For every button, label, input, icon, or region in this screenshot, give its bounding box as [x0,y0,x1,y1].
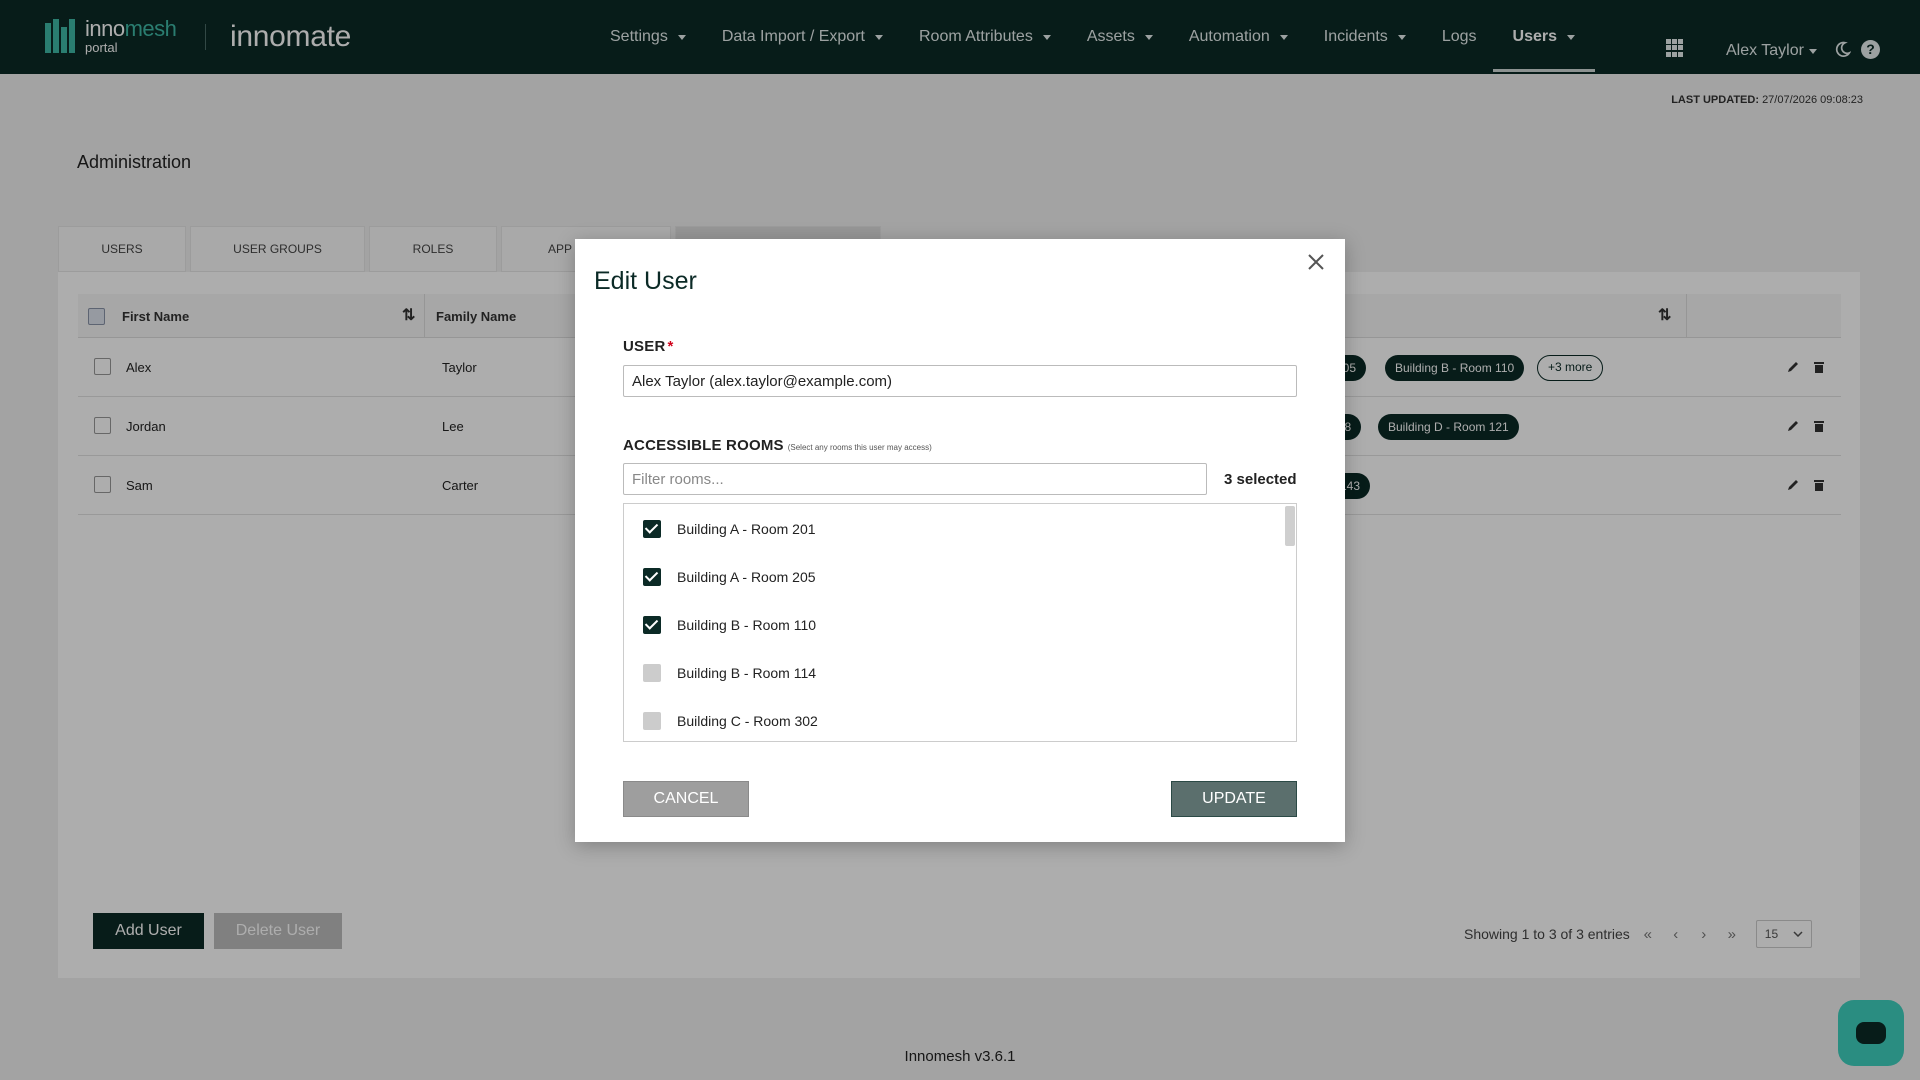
rooms-field-label: ACCESSIBLE ROOMS (Select any rooms this u… [623,437,932,454]
room-option-label: Building B - Room 114 [677,665,817,681]
room-option[interactable]: Building A - Room 201 [643,518,816,540]
rooms-label-text: ACCESSIBLE ROOMS [623,437,784,454]
room-option[interactable]: Building A - Room 205 [643,566,816,588]
selected-count: 3 selected [1224,471,1297,488]
room-checkbox-unchecked[interactable] [643,712,661,730]
user-label-text: USER [623,338,666,355]
required-marker: * [667,338,674,355]
room-checkbox-checked[interactable] [643,568,661,586]
user-select-field[interactable] [623,365,1297,397]
update-button[interactable]: UPDATE [1171,781,1297,817]
edit-user-dialog: Edit User USER* ACCESSIBLE ROOMS(Select … [575,239,1345,842]
user-field-label: USER * [623,338,674,355]
room-option-label: Building A - Room 201 [677,521,816,537]
room-option[interactable]: Building C - Room 302 [643,710,818,732]
room-list-scrollbar[interactable] [1283,504,1296,741]
room-option-label: Building B - Room 110 [677,617,817,633]
room-option-label: Building C - Room 302 [677,713,818,729]
filter-rooms-input[interactable] [623,463,1207,495]
rooms-hint: (Select any rooms this user may access) [787,443,932,452]
room-checkbox-unchecked[interactable] [643,664,661,682]
dialog-title: Edit User [594,267,697,295]
room-option[interactable]: Building B - Room 114 [643,662,816,684]
room-list: Building A - Room 201 Building A - Room … [623,503,1297,742]
room-option[interactable]: Building B - Room 110 [643,614,816,636]
scrollbar-thumb[interactable] [1285,506,1295,546]
cancel-button[interactable]: CANCEL [623,781,749,817]
room-checkbox-checked[interactable] [643,616,661,634]
room-option-label: Building A - Room 205 [677,569,816,585]
close-icon[interactable] [1305,251,1327,273]
room-checkbox-checked[interactable] [643,520,661,538]
